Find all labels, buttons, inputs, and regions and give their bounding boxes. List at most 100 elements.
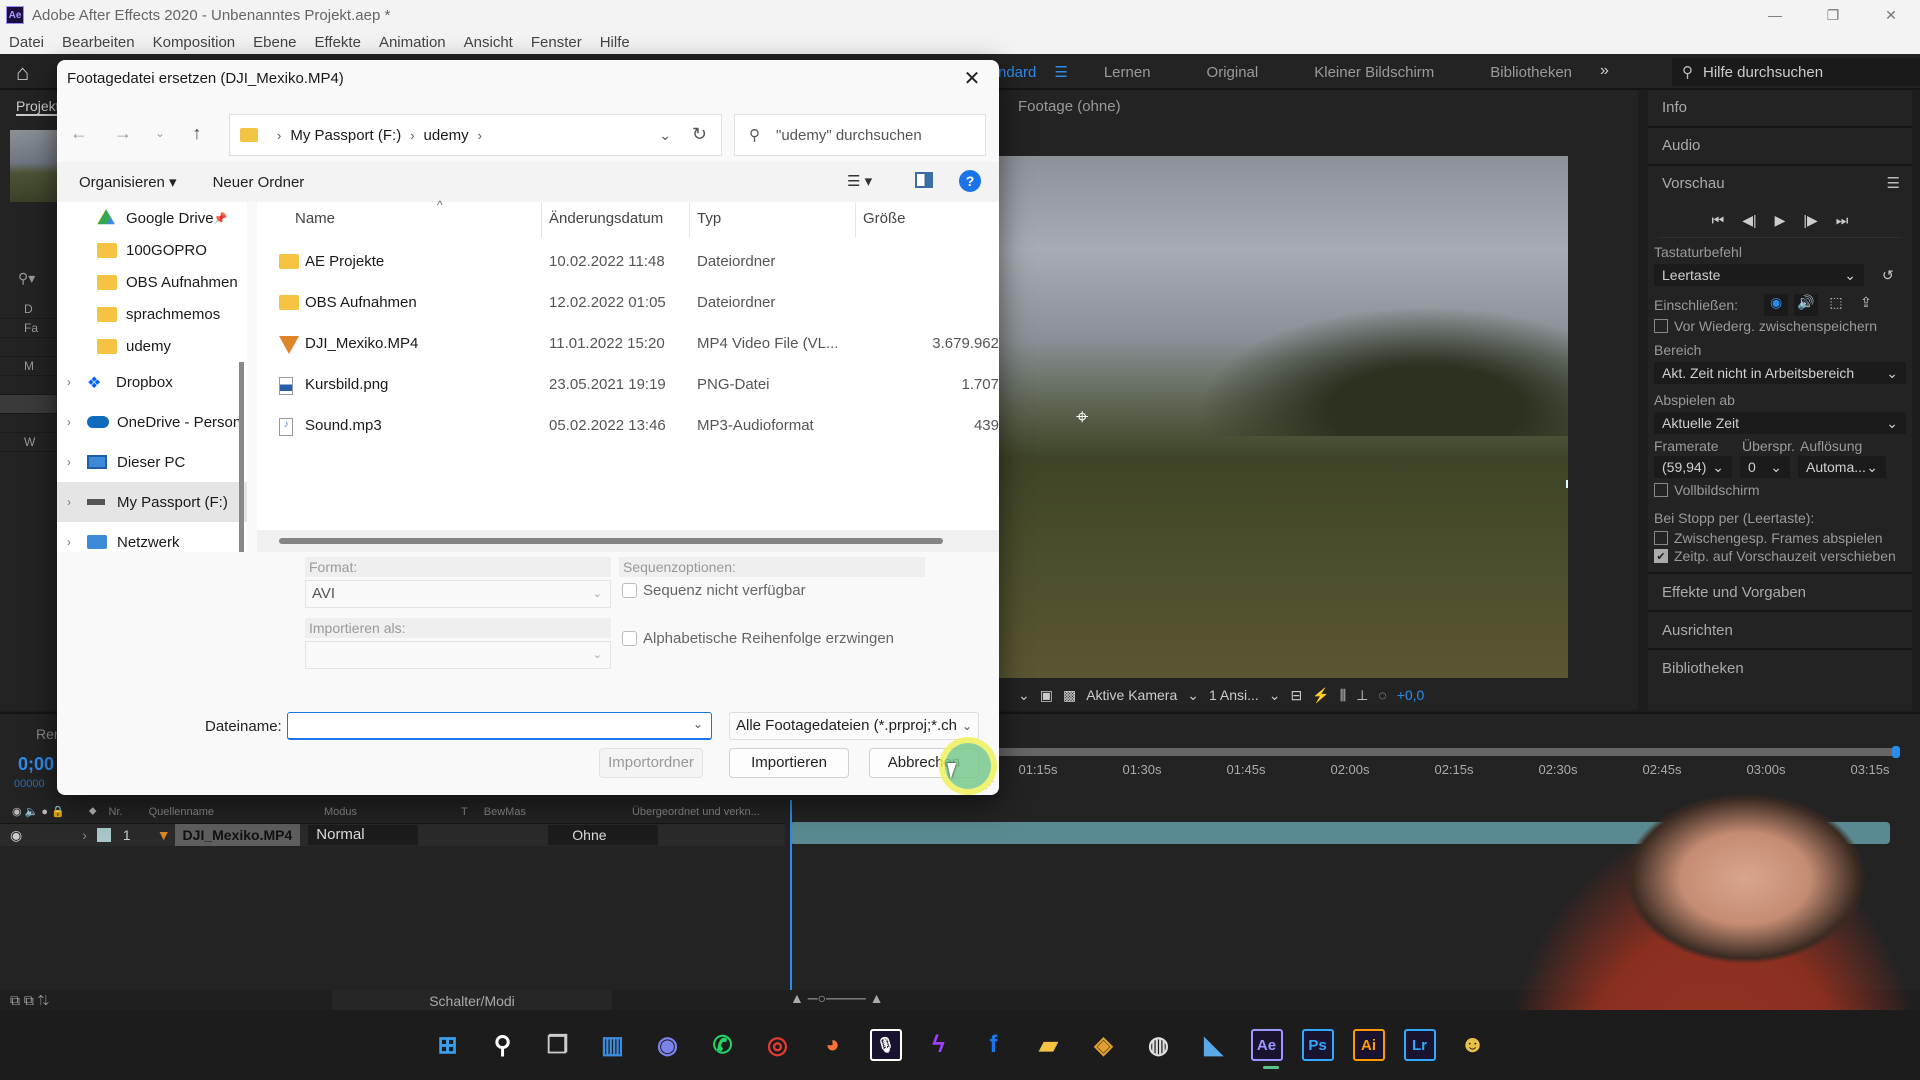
- sequence-checkbox[interactable]: Sequenz nicht verfügbar: [622, 582, 806, 599]
- address-history-chevron-icon[interactable]: ⌄: [659, 127, 671, 144]
- project-row[interactable]: [0, 376, 60, 395]
- eye-icon[interactable]: ◉: [10, 827, 22, 844]
- recent-locations-chevron-icon[interactable]: ⌄: [145, 126, 175, 140]
- menu-ebene[interactable]: Ebene: [244, 34, 305, 51]
- widgets-icon[interactable]: ▥: [595, 1027, 631, 1063]
- more-workspaces-icon[interactable]: »: [1600, 62, 1609, 80]
- video-editor-icon[interactable]: ◣: [1196, 1027, 1232, 1063]
- timeline-icon[interactable]: ⫼: [1340, 687, 1346, 704]
- vertical-scrollbar[interactable]: [239, 362, 244, 552]
- fast-previews-icon[interactable]: ⚡: [1312, 687, 1329, 704]
- after-effects-icon[interactable]: Ae: [1250, 1029, 1283, 1069]
- preview-pane-icon[interactable]: [915, 172, 933, 188]
- comp-flowchart-icon[interactable]: ⧉ ⧉ ⇅: [10, 992, 49, 1009]
- play-icon[interactable]: ▶: [1775, 212, 1786, 229]
- resize-grip-icon[interactable]: ⋰: [985, 780, 995, 791]
- nav-item[interactable]: OBS Aufnahmen: [57, 266, 247, 298]
- first-frame-icon[interactable]: ⏮: [1712, 212, 1725, 229]
- cache-before-checkbox[interactable]: Vor Wiederg. zwischenspeichern: [1654, 318, 1906, 334]
- obs-icon[interactable]: ◍: [1141, 1027, 1177, 1063]
- nav-item[interactable]: 100GOPRO: [57, 234, 247, 266]
- exposure-value[interactable]: +0,0: [1397, 687, 1425, 703]
- refresh-icon[interactable]: ↻: [692, 124, 707, 145]
- chevron-down-icon[interactable]: ⌄: [1269, 687, 1281, 704]
- layer-row[interactable]: ◉ › 1 ▼ DJI_Mexiko.MP4 Normal Ohne: [0, 824, 785, 846]
- workspace-tab-bibliotheken[interactable]: Bibliotheken: [1490, 64, 1572, 81]
- chevron-down-icon[interactable]: ⌄: [1187, 687, 1199, 704]
- column-divider[interactable]: [689, 202, 690, 238]
- anchor-point-icon[interactable]: ⌖: [1076, 404, 1088, 430]
- filetype-select[interactable]: Alle Footagedateien (*.prproj;*.ch| ⌄: [729, 712, 979, 740]
- chevron-down-icon[interactable]: ⌄: [1018, 687, 1030, 704]
- shortcut-select[interactable]: Leertaste ⌄: [1654, 264, 1864, 286]
- expand-chevron-icon[interactable]: ›: [67, 455, 71, 469]
- next-frame-icon[interactable]: |▶: [1803, 212, 1817, 229]
- import-button[interactable]: Importieren: [729, 748, 849, 778]
- toggle-pixel-aspect-icon[interactable]: ⊟: [1291, 687, 1303, 704]
- reset-exposure-icon[interactable]: ◌: [1378, 687, 1386, 703]
- forward-arrow-icon[interactable]: →: [101, 123, 145, 144]
- close-window-button[interactable]: ✕: [1862, 0, 1920, 30]
- format-select[interactable]: AVI ⌄: [305, 580, 611, 608]
- filename-input[interactable]: ⌄: [287, 712, 712, 740]
- import-as-select[interactable]: ⌄: [305, 641, 611, 669]
- horizontal-scrollbar[interactable]: [279, 538, 943, 544]
- effects-presets-tab[interactable]: Effekte und Vorgaben: [1648, 572, 1912, 610]
- view-layout-select[interactable]: 1 Ansi...: [1209, 687, 1259, 703]
- workspace-tab-lernen[interactable]: Lernen: [1104, 64, 1151, 81]
- export-icon[interactable]: ⇪: [1854, 294, 1878, 316]
- column-divider[interactable]: [541, 202, 542, 238]
- file-row[interactable]: OBS Aufnahmen 12.02.2022 01:05 Dateiordner: [257, 283, 999, 323]
- file-row[interactable]: ♪ Sound.mp3 05.02.2022 13:46 MP3-Audioforma…: [257, 406, 999, 446]
- project-row[interactable]: W: [0, 433, 60, 452]
- reset-icon[interactable]: ↺: [1882, 267, 1894, 284]
- project-row[interactable]: D: [0, 300, 60, 319]
- column-header-type[interactable]: Typ: [697, 210, 721, 227]
- menu-komposition[interactable]: Komposition: [144, 34, 245, 51]
- nav-item[interactable]: Google Drive 📌: [57, 202, 247, 234]
- workspace-tab-standard[interactable]: ndard: [998, 64, 1036, 81]
- microphone-icon[interactable]: 🎙: [869, 1029, 902, 1061]
- close-icon[interactable]: ✕: [957, 66, 987, 94]
- camera-select[interactable]: Aktive Kamera: [1086, 687, 1177, 703]
- expand-chevron-icon[interactable]: ›: [67, 535, 71, 549]
- project-search-icon[interactable]: ⚲▾: [18, 270, 35, 287]
- audio-panel-tab[interactable]: Audio: [1648, 128, 1912, 166]
- info-panel-tab[interactable]: Info: [1648, 90, 1912, 128]
- work-area-end-handle[interactable]: [1892, 746, 1900, 758]
- breadcrumb-drive[interactable]: My Passport (F:): [290, 127, 401, 144]
- parent-select[interactable]: Ohne: [548, 825, 659, 845]
- panel-menu-icon[interactable]: ☰: [1887, 174, 1900, 192]
- play-from-select[interactable]: Aktuelle Zeit ⌄: [1654, 412, 1906, 434]
- overlay-icon[interactable]: ⬚: [1824, 294, 1848, 316]
- skip-select[interactable]: 0 ⌄: [1740, 456, 1790, 478]
- workspace-tab-kleiner-bildschirm[interactable]: Kleiner Bildschirm: [1314, 64, 1434, 81]
- address-bar[interactable]: › My Passport (F:) › udemy › ⌄ ↻: [229, 114, 722, 156]
- nav-item[interactable]: sprachmemos: [57, 298, 247, 330]
- minimize-button[interactable]: —: [1746, 0, 1804, 30]
- blend-mode-select[interactable]: Normal: [308, 825, 419, 845]
- nav-item[interactable]: › Dieser PC: [57, 442, 247, 482]
- back-arrow-icon[interactable]: ←: [57, 123, 101, 144]
- nav-item[interactable]: › ❖ Dropbox: [57, 362, 247, 402]
- teams-chat-icon[interactable]: ◉: [650, 1027, 686, 1063]
- menu-fenster[interactable]: Fenster: [522, 34, 591, 51]
- nav-item[interactable]: udemy: [57, 330, 247, 362]
- transparency-grid-icon[interactable]: ▩: [1063, 687, 1076, 704]
- facebook-icon[interactable]: f: [976, 1027, 1012, 1063]
- zoom-out-icon[interactable]: ▲ ─○──── ▲: [790, 990, 884, 1006]
- frame-handle[interactable]: [1566, 480, 1568, 488]
- expand-chevron-icon[interactable]: ›: [67, 415, 71, 429]
- illustrator-icon[interactable]: Ai: [1352, 1029, 1385, 1061]
- import-folder-button[interactable]: Importordner: [599, 748, 703, 778]
- maximize-button[interactable]: ❐: [1804, 0, 1862, 30]
- project-row[interactable]: [0, 414, 60, 433]
- menu-datei[interactable]: Datei: [0, 34, 53, 51]
- photoshop-icon[interactable]: Ps: [1301, 1029, 1334, 1061]
- menu-bearbeiten[interactable]: Bearbeiten: [53, 34, 144, 51]
- previous-frame-icon[interactable]: ◀|: [1742, 212, 1756, 229]
- column-header-name[interactable]: Name: [295, 210, 335, 227]
- menu-animation[interactable]: Animation: [370, 34, 455, 51]
- expand-chevron-icon[interactable]: ›: [67, 375, 71, 389]
- workspace-menu-icon[interactable]: ☰: [1054, 63, 1067, 81]
